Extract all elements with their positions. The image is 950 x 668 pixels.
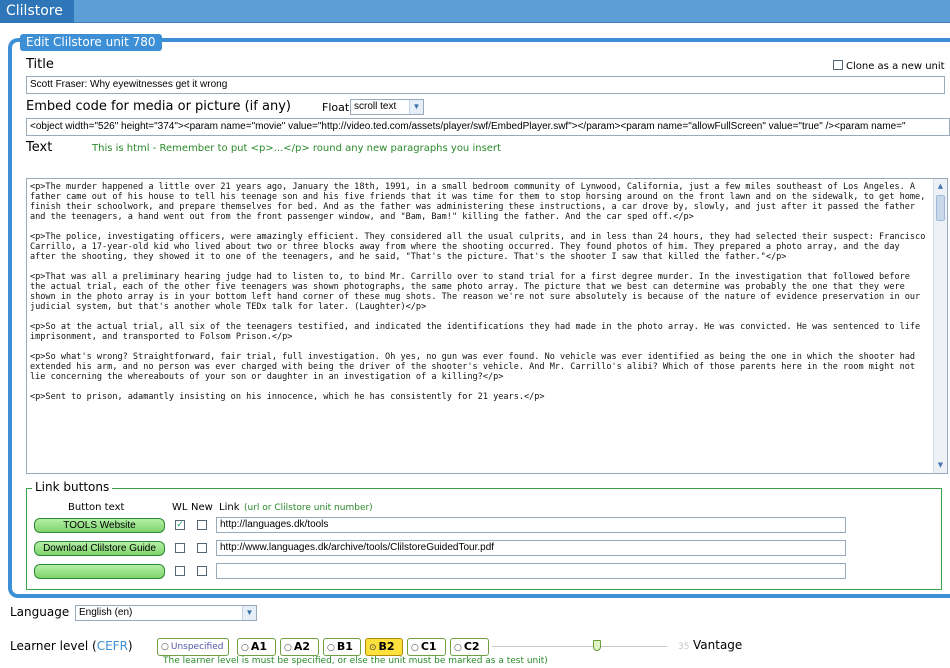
level-option-label: A1	[250, 640, 268, 653]
link-url-2[interactable]: http://www.languages.dk/archive/tools/Cl…	[216, 540, 846, 556]
new-checkbox-3[interactable]	[197, 566, 207, 576]
level-name: Vantage	[693, 638, 743, 652]
link-buttons-legend: Link buttons	[32, 480, 113, 494]
language-select-value: English (en)	[79, 607, 133, 618]
level-slider-thumb[interactable]	[593, 640, 601, 651]
clone-checkbox[interactable]	[833, 60, 843, 70]
learner-level-close: )	[127, 639, 133, 653]
radio-selected-icon: ⊙	[369, 643, 377, 653]
level-option-b2[interactable]: ⊙ B2	[365, 638, 403, 656]
chevron-down-icon: ▼	[409, 100, 423, 114]
radio-icon: ○	[284, 643, 292, 653]
chevron-down-icon: ▼	[242, 606, 256, 620]
col-link: Link	[219, 502, 240, 513]
panel-legend: Edit Clilstore unit 780	[20, 34, 162, 51]
level-option-c1[interactable]: ○ C1	[407, 638, 446, 656]
link-button-2[interactable]: Download Clilstore Guide	[34, 541, 165, 556]
wl-checkbox-3[interactable]	[175, 566, 185, 576]
editor-scrollbar[interactable]: ▲ ▼	[933, 179, 947, 473]
learner-level-label: Learner level (CEFR)	[10, 639, 133, 653]
col-wl: WL	[172, 502, 188, 513]
radio-icon: ○	[161, 642, 169, 652]
text-hint: This is html - Remember to put <p>...</p…	[92, 143, 501, 154]
level-option-a1[interactable]: ○ A1	[237, 638, 276, 656]
level-option-unspecified[interactable]: ○ Unspecified	[157, 638, 229, 656]
level-option-label: B2	[378, 640, 395, 653]
text-editor-content: <p>The murder happened a little over 21 …	[30, 182, 926, 402]
wl-checkbox-2[interactable]	[175, 543, 185, 553]
text-editor[interactable]: <p>The murder happened a little over 21 …	[26, 178, 948, 474]
level-option-label: B1	[336, 640, 353, 653]
learner-level-text: Learner level (	[10, 639, 97, 653]
cefr-link[interactable]: CEFR	[97, 639, 128, 653]
radio-icon: ○	[411, 643, 419, 653]
link-button-3[interactable]	[34, 564, 165, 579]
new-checkbox-2[interactable]	[197, 543, 207, 553]
level-option-label: C2	[463, 640, 480, 653]
col-new: New	[191, 502, 213, 513]
level-option-label: Unspecified	[170, 642, 224, 652]
level-note: The learner level is must be specified, …	[163, 656, 548, 666]
language-select[interactable]: English (en) ▼	[75, 605, 257, 621]
radio-icon: ○	[454, 643, 462, 653]
embed-label: Embed code for media or picture (if any)	[26, 99, 291, 114]
level-option-c2[interactable]: ○ C2	[450, 638, 489, 656]
float-label: Float	[322, 101, 350, 114]
app-title[interactable]: Clilstore	[0, 0, 74, 23]
level-option-label: A2	[293, 640, 311, 653]
float-select-value: scroll text	[354, 101, 397, 112]
clone-option[interactable]: Clone as a new unit	[833, 59, 948, 72]
level-option-b1[interactable]: ○ B1	[323, 638, 361, 656]
col-link-hint: (url or Clilstore unit number)	[244, 503, 373, 513]
level-option-label: C1	[420, 640, 437, 653]
col-button-text: Button text	[68, 502, 125, 513]
new-checkbox-1[interactable]	[197, 520, 207, 530]
scroll-up-icon[interactable]: ▲	[935, 181, 946, 192]
title-label: Title	[26, 57, 54, 72]
title-input[interactable]: Scott Fraser: Why eyewitnesses get it wr…	[26, 76, 945, 94]
radio-icon: ○	[241, 643, 249, 653]
level-option-a2[interactable]: ○ A2	[280, 638, 319, 656]
embed-input[interactable]: <object width="526" height="374"><param …	[26, 118, 950, 136]
wl-checkbox-1[interactable]: ✓	[175, 520, 185, 530]
language-label: Language	[10, 605, 70, 619]
scroll-down-icon[interactable]: ▼	[935, 460, 946, 471]
link-button-1[interactable]: TOOLS Website	[34, 518, 165, 533]
link-url-1[interactable]: http://languages.dk/tools	[216, 517, 846, 533]
level-slider-track[interactable]	[492, 646, 667, 647]
link-url-3[interactable]	[216, 563, 846, 579]
radio-icon: ○	[327, 643, 335, 653]
scroll-thumb[interactable]	[936, 195, 945, 221]
clone-label: Clone as a new unit	[846, 61, 945, 72]
text-label: Text	[26, 140, 53, 155]
top-bar: Clilstore	[0, 0, 950, 23]
float-select[interactable]: scroll text ▼	[350, 99, 424, 115]
level-slider-value: 35	[678, 642, 690, 652]
